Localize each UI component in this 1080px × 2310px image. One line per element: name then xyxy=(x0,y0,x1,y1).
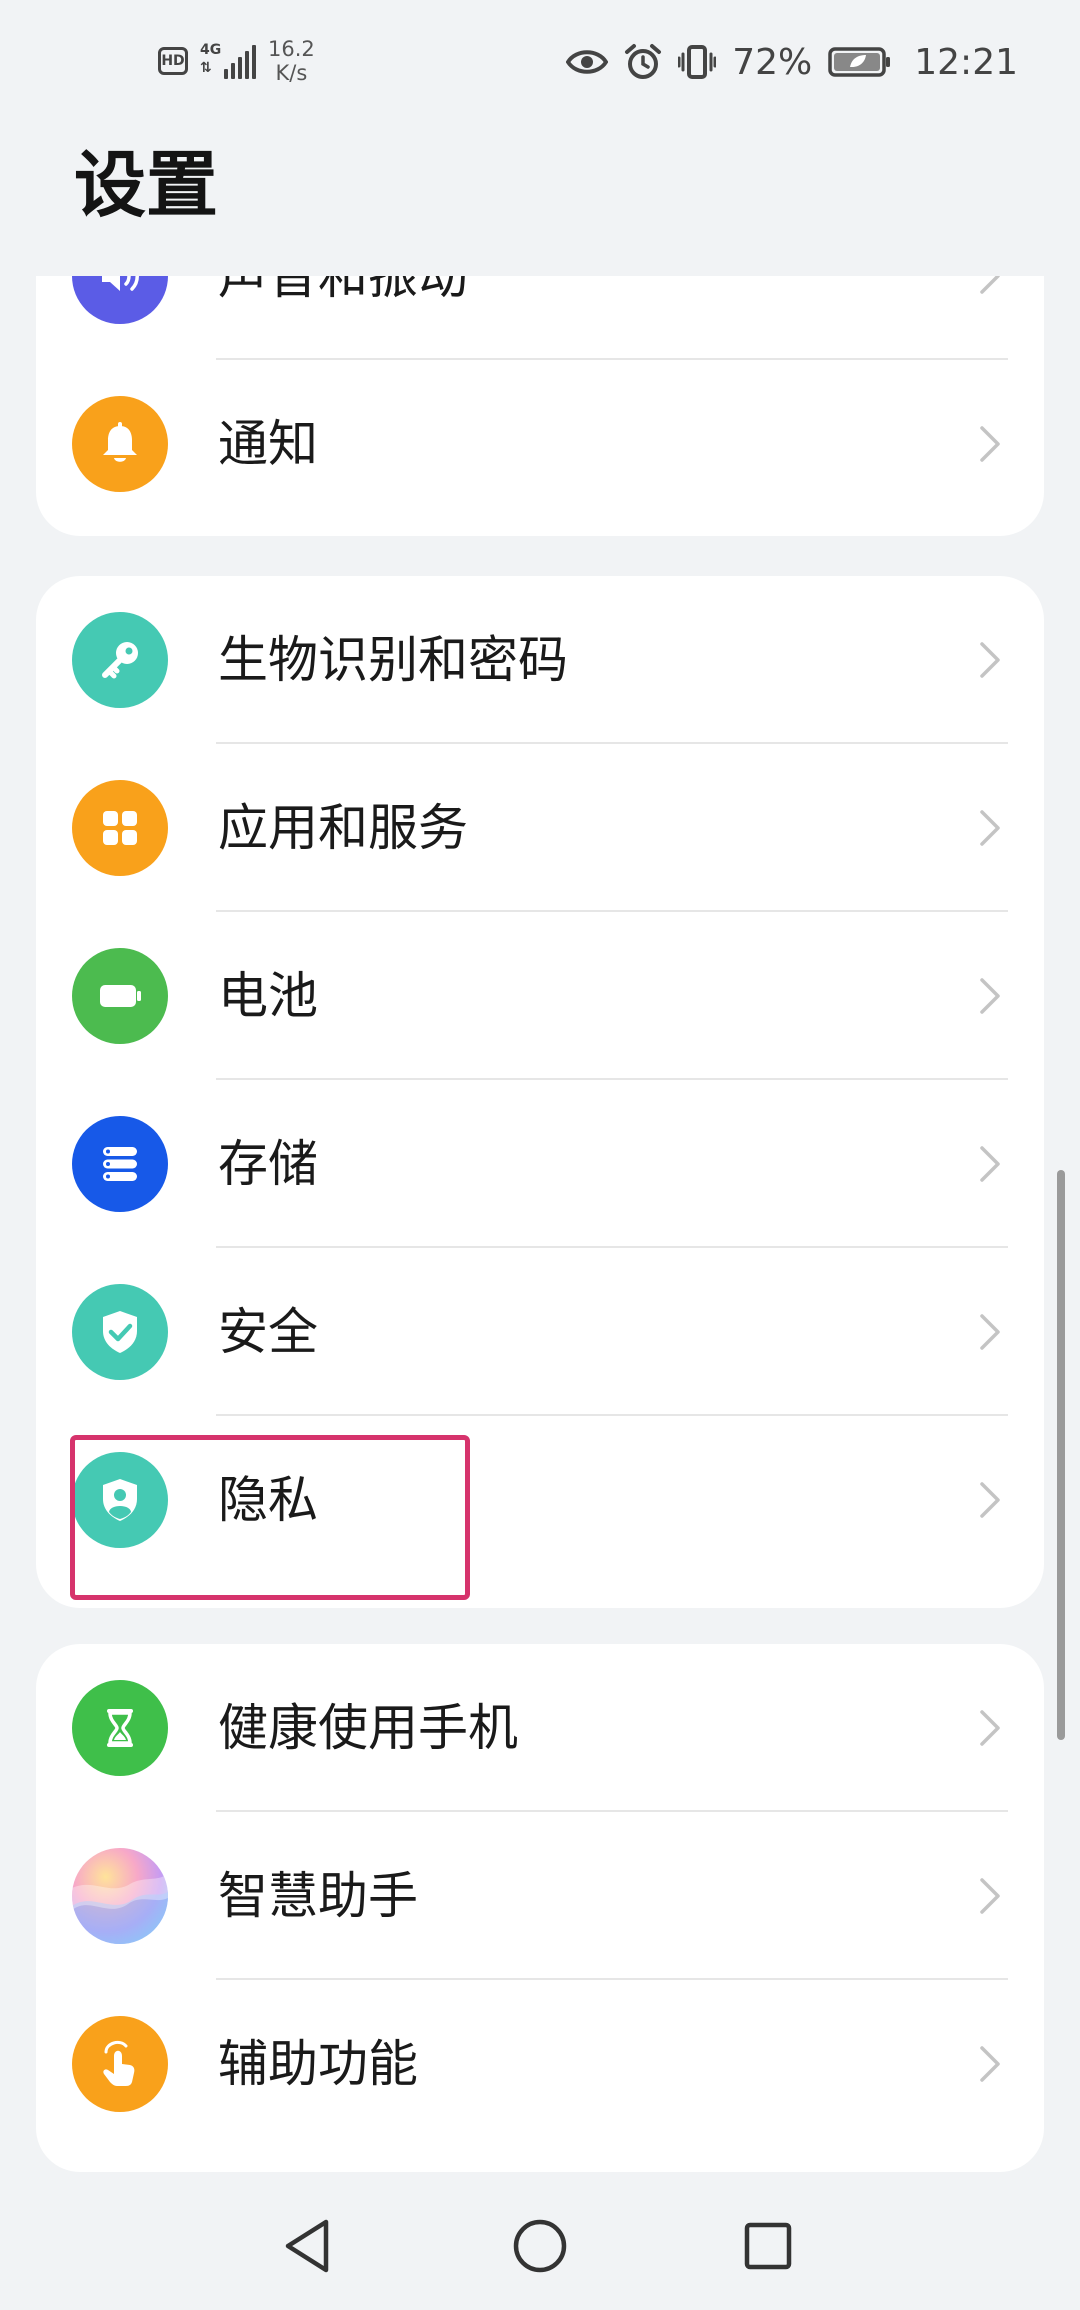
settings-item-label: 隐私 xyxy=(218,1471,318,1529)
settings-card-3: 健康使用手机 智慧助手 辅助功能 xyxy=(36,1644,1044,2172)
battery-percent: 72% xyxy=(732,41,813,83)
settings-item-label: 应用和服务 xyxy=(218,799,468,857)
recents-button[interactable] xyxy=(728,2206,808,2286)
settings-item-label: 生物识别和密码 xyxy=(218,631,568,689)
shield-check-icon xyxy=(72,1284,168,1380)
chevron-right-icon xyxy=(980,1314,1000,1350)
vibrate-icon xyxy=(678,45,717,79)
status-right: 72% 12:21 xyxy=(566,36,1018,88)
network-speed-unit: K/s xyxy=(275,61,308,85)
settings-item-label: 电池 xyxy=(218,967,318,1025)
apps-icon xyxy=(72,780,168,876)
status-left: HD 4G ⇅ 16.2 K/s xyxy=(158,36,315,86)
chevron-right-icon xyxy=(980,1878,1000,1914)
battery-saver-icon xyxy=(828,47,891,77)
network-type-label: 4G xyxy=(200,42,222,58)
navigation-bar xyxy=(0,2186,1080,2310)
clock: 12:21 xyxy=(914,41,1018,83)
chevron-right-icon xyxy=(980,276,1000,294)
chevron-right-icon xyxy=(980,1146,1000,1182)
chevron-right-icon xyxy=(980,1710,1000,1746)
settings-list[interactable]: 声音和振动 通知 生物识别和密码 应用和服务 电池 存储 安全 隐私 健康使用手… xyxy=(0,276,1080,2186)
settings-item-privacy[interactable]: 隐私 xyxy=(36,1416,1044,1608)
back-triangle-icon xyxy=(285,2219,329,2273)
chevron-right-icon xyxy=(980,978,1000,1014)
settings-card-2: 生物识别和密码 应用和服务 电池 存储 安全 隐私 xyxy=(36,576,1044,1608)
network-speed-value: 16.2 xyxy=(268,37,315,61)
settings-item-sound[interactable]: 声音和振动 xyxy=(36,276,1044,360)
eye-icon xyxy=(566,50,609,74)
settings-item-label: 安全 xyxy=(218,1303,318,1361)
chevron-right-icon xyxy=(980,1482,1000,1518)
status-bar: HD 4G ⇅ 16.2 K/s 72% 12:21 xyxy=(0,0,1080,120)
back-button[interactable] xyxy=(268,2206,348,2286)
home-circle-icon xyxy=(513,2219,567,2273)
storage-icon xyxy=(72,1116,168,1212)
hourglass-icon xyxy=(72,1680,168,1776)
settings-item-biometrics[interactable]: 生物识别和密码 xyxy=(36,576,1044,744)
settings-item-label: 声音和振动 xyxy=(218,276,468,305)
alarm-icon xyxy=(625,44,662,79)
privacy-shield-icon xyxy=(72,1452,168,1548)
battery-icon xyxy=(72,948,168,1044)
settings-card-1: 声音和振动 通知 xyxy=(36,276,1044,536)
hand-icon xyxy=(72,2016,168,2112)
settings-item-assistant[interactable]: 智慧助手 xyxy=(36,1812,1044,1980)
assistant-icon xyxy=(72,1848,168,1944)
settings-item-security[interactable]: 安全 xyxy=(36,1248,1044,1416)
settings-item-label: 辅助功能 xyxy=(218,2035,418,2093)
chevron-right-icon xyxy=(980,426,1000,462)
settings-item-storage[interactable]: 存储 xyxy=(36,1080,1044,1248)
home-button[interactable] xyxy=(500,2206,580,2286)
bell-icon xyxy=(72,396,168,492)
settings-item-digital-balance[interactable]: 健康使用手机 xyxy=(36,1644,1044,1812)
recents-square-icon xyxy=(744,2222,792,2270)
chevron-right-icon xyxy=(980,2046,1000,2082)
settings-item-notifications[interactable]: 通知 xyxy=(36,360,1044,528)
page-title: 设置 xyxy=(74,143,219,227)
settings-item-label: 存储 xyxy=(218,1135,318,1193)
sound-icon xyxy=(72,276,168,324)
signal-icon: 4G ⇅ xyxy=(200,41,256,81)
settings-item-label: 智慧助手 xyxy=(218,1867,418,1925)
settings-item-label: 健康使用手机 xyxy=(218,1699,518,1757)
chevron-right-icon xyxy=(980,810,1000,846)
hd-icon: HD xyxy=(158,47,188,75)
settings-item-accessibility[interactable]: 辅助功能 xyxy=(36,1980,1044,2148)
network-speed: 16.2 K/s xyxy=(268,37,315,85)
settings-item-battery[interactable]: 电池 xyxy=(36,912,1044,1080)
scrollbar[interactable] xyxy=(1057,1170,1065,1740)
key-icon xyxy=(72,612,168,708)
settings-item-label: 通知 xyxy=(218,415,318,473)
settings-item-apps[interactable]: 应用和服务 xyxy=(36,744,1044,912)
chevron-right-icon xyxy=(980,642,1000,678)
